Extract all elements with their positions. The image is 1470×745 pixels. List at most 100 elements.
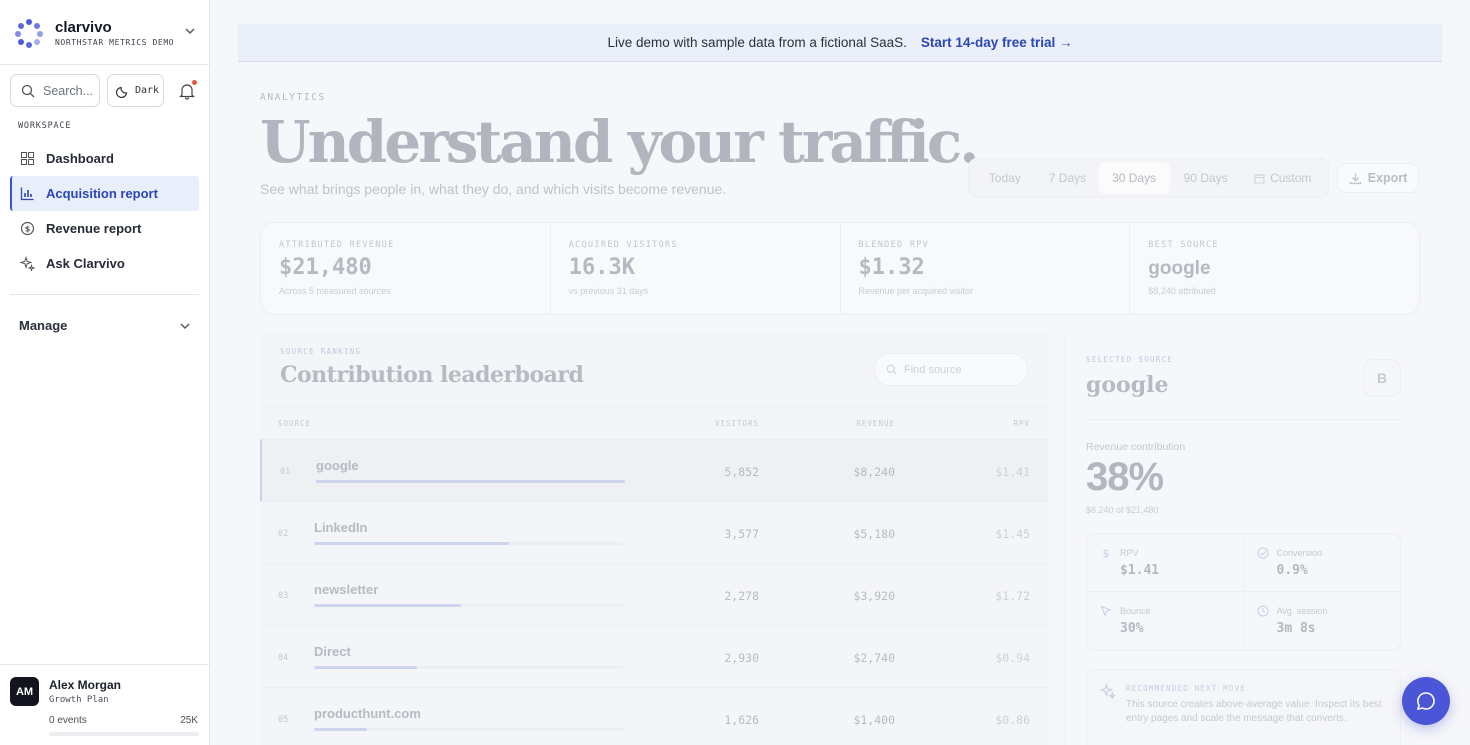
page-subtitle: See what brings people in, what they do,… [260,181,727,197]
row-visitors: 3,577 [724,527,759,541]
share-bar [314,542,623,545]
share-bar [316,480,625,483]
share-bar-fill [314,604,462,607]
clarvivo-logo-icon [14,18,44,48]
bar-chart-icon [20,187,34,201]
sidebar: clarvivo NORTHSTAR METRICS DEMO Search..… [0,0,210,745]
range-option-90-days[interactable]: 90 Days [1170,162,1242,194]
share-bar-fill [316,480,625,483]
row-rpv: $0.86 [995,713,1030,727]
sidebar-item-revenue-report[interactable]: $ Revenue report [10,211,199,246]
range-option-custom[interactable]: Custom [1241,162,1324,194]
table-row[interactable]: 01 google 5,852 $8,240 $1.41 [260,439,1048,501]
kpi-note: Revenue per acquired visitor [858,286,974,296]
kpi-label: BLENDED RPV [858,240,930,250]
check-circle-icon [1257,547,1268,559]
kpi-value: 16.3K [568,255,635,280]
sidebar-item-ask-clarvivo[interactable]: Ask Clarvivo [10,246,199,281]
search-icon [21,84,35,97]
kpi-note: vs previous 31 days [568,286,649,296]
kpi-acquired-visitors: ACQUIRED VISITORS 16.3K vs previous 31 d… [551,223,841,314]
sparkle-icon [20,256,35,271]
row-visitors: 2,278 [724,589,759,603]
theme-toggle-button[interactable]: Dark [107,74,164,107]
share-bar [314,604,623,607]
row-rank: 02 [278,529,289,539]
divider [10,294,199,295]
metric-value: 3m 8s [1276,621,1316,636]
row-visitors: 1,626 [724,713,759,727]
sidebar-item-dashboard[interactable]: Dashboard [10,141,199,176]
share-bar-fill [314,728,367,731]
kpi-best-source: BEST SOURCE google $8,240 attributed [1130,223,1419,314]
table-row[interactable]: 02 LinkedIn 3,577 $5,180 $1.45 [260,501,1048,563]
kpi-note: $8,240 attributed [1148,286,1216,296]
table-header: SOURCE VISITORS REVENUE RPV [260,406,1048,439]
metric-value: 0.9% [1276,563,1308,578]
dollar-icon: $ [1103,547,1110,559]
export-label: Export [1367,171,1408,185]
grid-icon [21,152,34,165]
page-title: Understand your traffic. [260,108,979,176]
theme-label: Dark [135,85,160,96]
range-option-today[interactable]: Today [973,162,1037,194]
row-rank: 05 [278,715,289,725]
search-icon [886,364,897,375]
row-source-name: Direct [314,644,351,659]
banner-text: Live demo with sample data from a fictio… [607,35,907,50]
workspace-label: WORKSPACE [18,121,72,131]
sparkle-icon [1100,683,1116,699]
table-row[interactable]: 04 Direct 2,930 $2,740 $0.94 [260,625,1048,687]
svg-text:$: $ [25,225,31,234]
table-row[interactable]: 05 producthunt.com 1,626 $1,400 $0.86 [260,687,1048,745]
column-header-source: SOURCE [278,419,312,428]
row-source-name: newsletter [314,582,379,597]
chat-button[interactable] [1402,677,1450,725]
find-source-input[interactable]: Find source [874,353,1028,386]
row-rank: 03 [278,591,289,601]
manage-section-toggle[interactable]: Manage [19,318,191,333]
date-range-selector: Today 7 Days 30 Days 90 Days Custom [968,158,1329,198]
row-visitors: 2,930 [724,651,759,665]
brand-switcher[interactable]: clarvivo NORTHSTAR METRICS DEMO [14,16,196,50]
leaderboard-eyebrow: SOURCE RANKING [280,347,362,356]
column-header-rpv: RPV [1013,419,1030,428]
range-option-30-days[interactable]: 30 Days [1098,162,1170,194]
sidebar-item-label: Ask Clarvivo [46,256,125,271]
usage-bar [49,732,199,736]
divider [0,64,209,65]
calendar-icon [1254,173,1265,183]
kpi-blended-rpv: BLENDED RPV $1.32 Revenue per acquired v… [841,223,1131,314]
start-trial-link[interactable]: Start 14-day free trial → [921,35,1073,50]
metric-conversion: Conversion 0.9% [1243,534,1400,592]
metric-label: Bounce [1120,606,1151,616]
leaderboard-title: Contribution leaderboard [280,362,584,388]
demo-banner: Live demo with sample data from a fictio… [238,24,1442,62]
range-option-7-days[interactable]: 7 Days [1037,162,1099,194]
sidebar-item-acquisition-report[interactable]: Acquisition report [10,176,199,211]
kpi-attributed-revenue: ATTRIBUTED REVENUE $21,480 Across 5 meas… [261,223,551,314]
source-badge: B [1363,359,1401,397]
metric-label: Avg. session [1276,606,1328,616]
clock-icon [1257,605,1268,617]
row-revenue: $2,740 [853,651,895,665]
notification-dot [192,80,197,85]
page-eyebrow: ANALYTICS [260,92,326,103]
row-revenue: $8,240 [853,465,895,479]
usage-events: 0 events [49,715,87,726]
row-rpv: $1.45 [995,527,1030,541]
row-rpv: $1.72 [995,589,1030,603]
contribution-label: Revenue contribution [1086,441,1186,453]
svg-text:$: $ [1103,547,1110,559]
user-panel[interactable]: AM Alex Morgan Growth Plan 0 events 25K [0,664,209,745]
metric-label: RPV [1120,548,1139,558]
main-content: ANALYTICS Understand your traffic. See w… [238,62,1470,745]
recommendation-label: RECOMMENDED NEXT MOVE [1126,684,1247,693]
export-button[interactable]: Export [1337,163,1419,193]
kpi-value: $21,480 [279,255,372,280]
row-revenue: $5,180 [853,527,895,541]
user-plan: Growth Plan [49,695,109,705]
metric-label: Conversion [1276,548,1323,558]
table-row[interactable]: 03 newsletter 2,278 $3,920 $1.72 [260,563,1048,625]
search-button[interactable]: Search... [10,74,100,107]
